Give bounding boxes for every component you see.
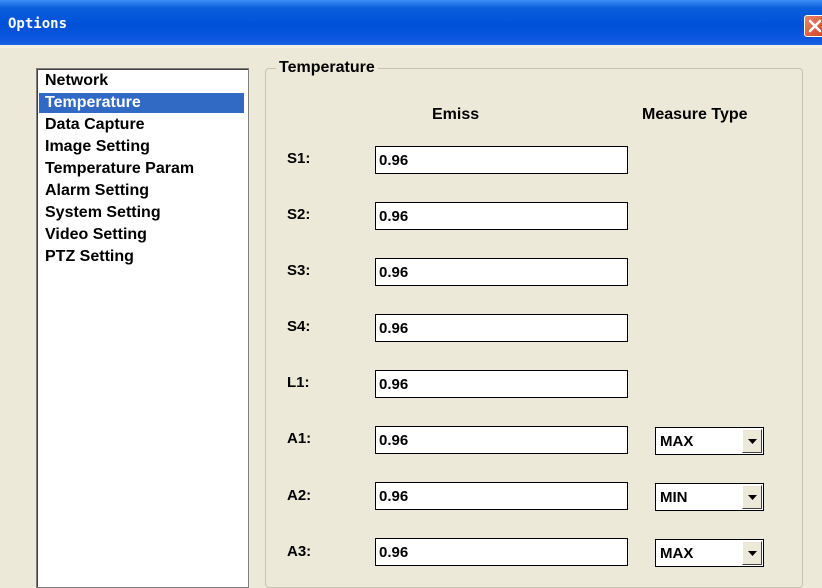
measure-type-select-a2[interactable]: MIN — [655, 483, 764, 511]
chevron-down-icon — [748, 551, 757, 556]
emiss-input-a2[interactable] — [375, 482, 628, 510]
measure-type-value: MAX — [660, 545, 694, 562]
dropdown-button[interactable] — [742, 541, 762, 565]
emiss-input-s4[interactable] — [375, 314, 628, 342]
list-item-ptz-setting[interactable]: PTZ Setting — [42, 247, 137, 267]
emiss-column-header: Emiss — [432, 106, 480, 123]
dropdown-button[interactable] — [742, 429, 762, 453]
measure-type-column-header: Measure Type — [642, 106, 748, 123]
chevron-down-icon — [748, 439, 757, 444]
list-item-system-setting[interactable]: System Setting — [42, 203, 164, 223]
emiss-input-s1[interactable] — [375, 146, 628, 174]
row-label-s1: S1: — [287, 150, 311, 167]
emiss-input-a3[interactable] — [375, 538, 628, 566]
dropdown-button[interactable] — [742, 485, 762, 509]
list-item-data-capture[interactable]: Data Capture — [42, 115, 148, 135]
group-title: Temperature — [276, 59, 378, 77]
row-label-a2: A2: — [287, 487, 312, 504]
row-label-l1: L1: — [287, 374, 310, 391]
list-item-image-setting[interactable]: Image Setting — [42, 137, 153, 157]
row-label-s2: S2: — [287, 206, 311, 223]
row-label-a1: A1: — [287, 430, 312, 447]
emiss-input-s2[interactable] — [375, 202, 628, 230]
list-item-alarm-setting[interactable]: Alarm Setting — [42, 181, 152, 201]
title-bar-edge — [0, 45, 822, 48]
list-item-video-setting[interactable]: Video Setting — [42, 225, 150, 245]
options-category-list[interactable]: Network Temperature Data Capture Image S… — [36, 68, 249, 588]
list-item-network[interactable]: Network — [42, 71, 111, 91]
measure-type-value: MAX — [660, 433, 694, 450]
measure-type-select-a3[interactable]: MAX — [655, 539, 764, 567]
row-label-a3: A3: — [287, 543, 312, 560]
row-label-s4: S4: — [287, 318, 311, 335]
emiss-input-s3[interactable] — [375, 258, 628, 286]
list-item-temperature-param[interactable]: Temperature Param — [42, 159, 197, 179]
row-label-s3: S3: — [287, 262, 311, 279]
emiss-input-l1[interactable] — [375, 370, 628, 398]
measure-type-value: MIN — [660, 489, 688, 506]
list-item-temperature[interactable]: Temperature — [39, 93, 244, 113]
measure-type-select-a1[interactable]: MAX — [655, 427, 764, 455]
close-button[interactable] — [804, 15, 822, 37]
title-bar[interactable]: Options — [0, 0, 822, 45]
emiss-input-a1[interactable] — [375, 426, 628, 454]
close-icon — [808, 19, 822, 33]
chevron-down-icon — [748, 495, 757, 500]
window-title: Options — [8, 16, 68, 32]
